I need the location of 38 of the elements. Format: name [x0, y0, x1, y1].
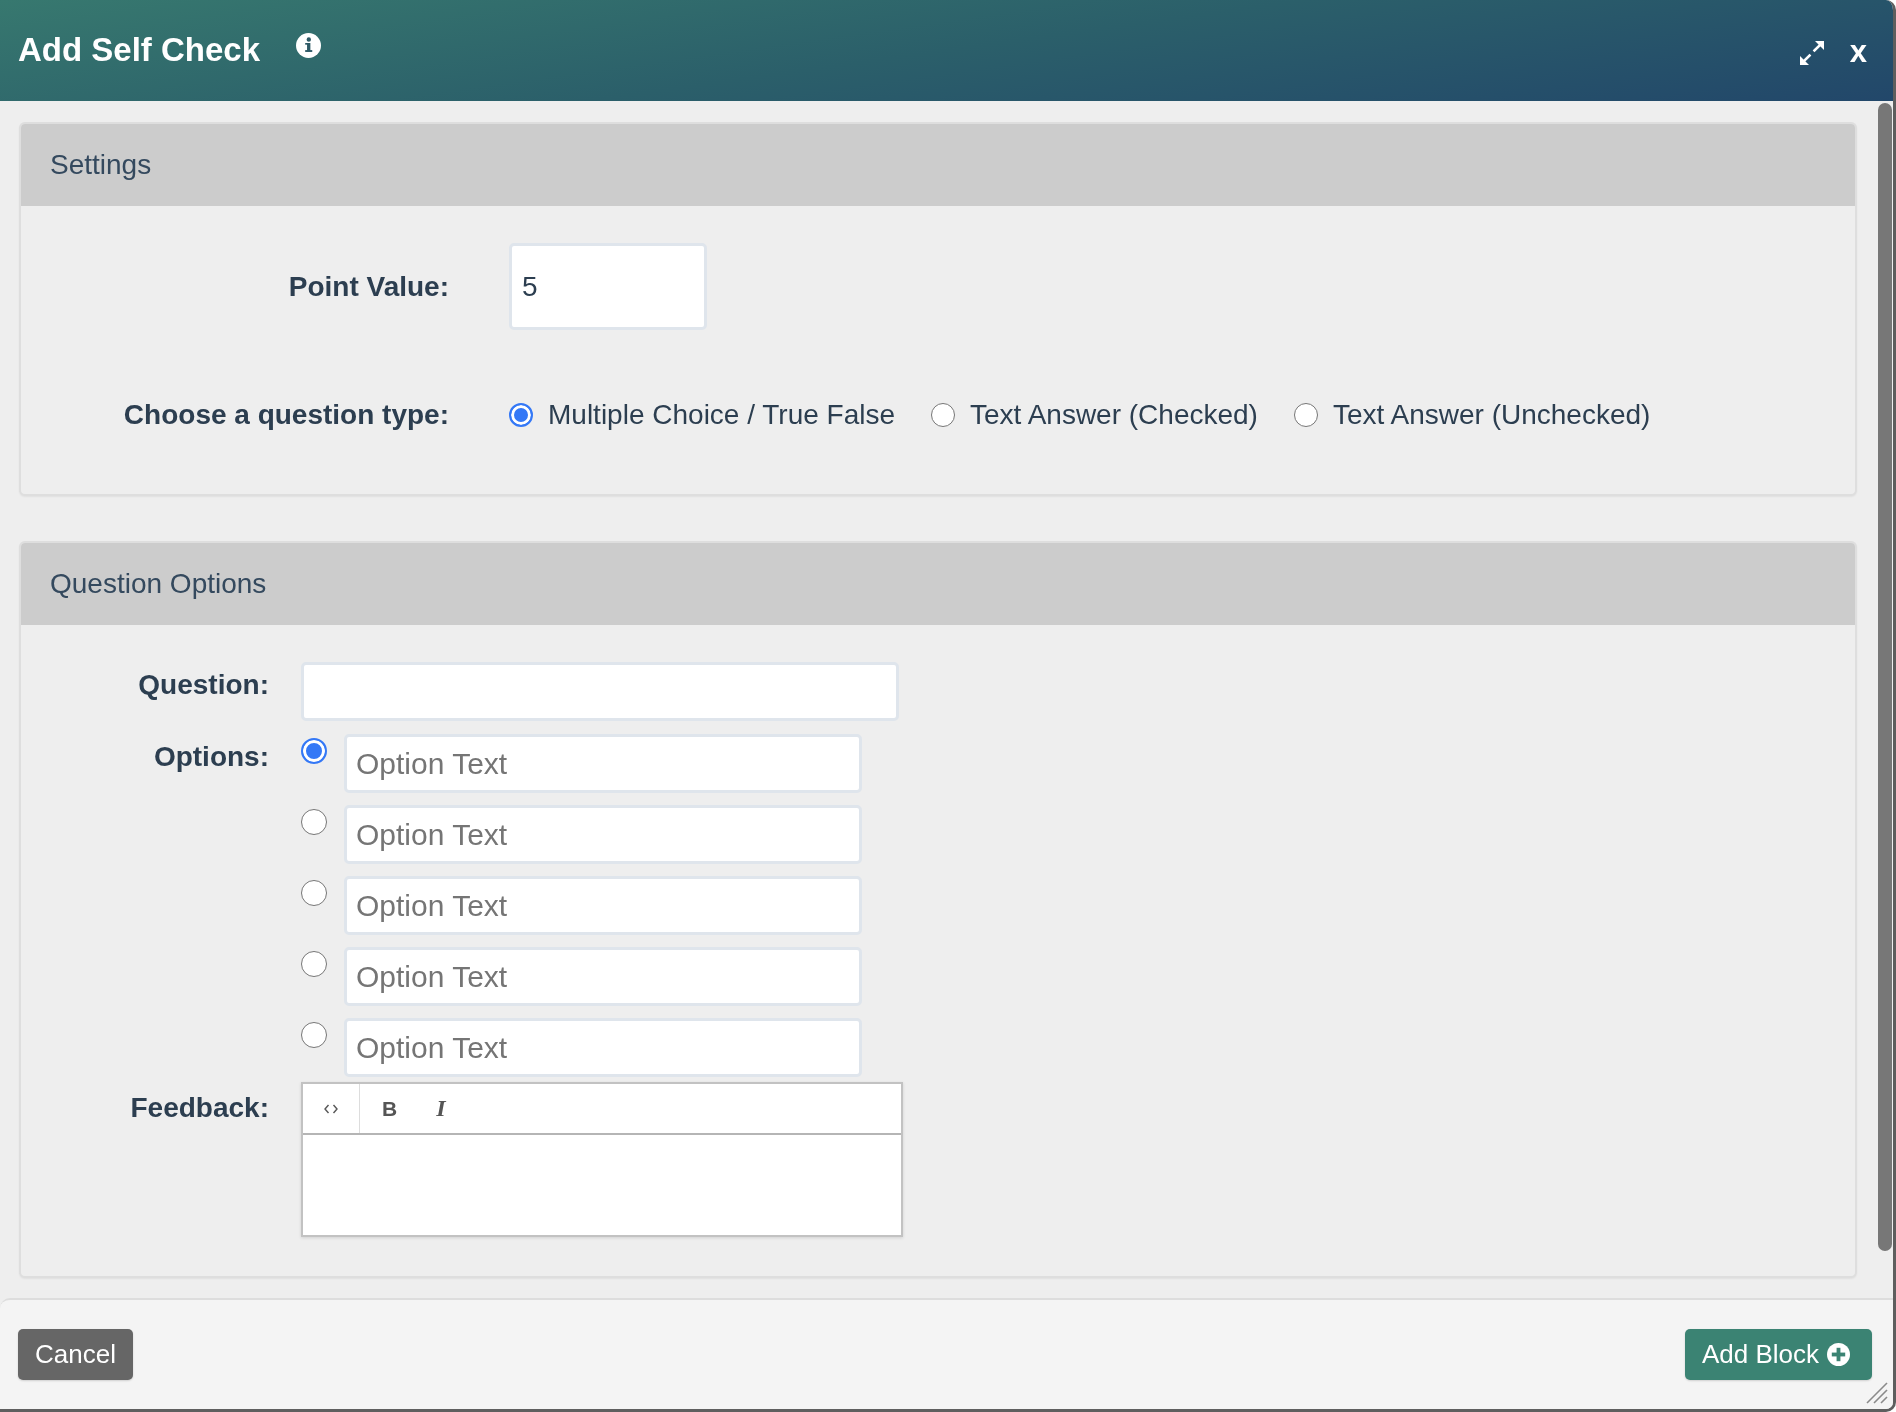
code-icon: [324, 1103, 338, 1114]
feedback-editor[interactable]: B I: [301, 1082, 903, 1237]
italic-button[interactable]: I: [436, 1084, 446, 1133]
radio-button[interactable]: [931, 403, 956, 427]
option-input[interactable]: Option Text: [344, 876, 862, 935]
radio-button[interactable]: [301, 1022, 327, 1048]
panel-title: Question Options: [50, 568, 267, 600]
dialog-title: Add Self Check: [18, 29, 261, 70]
close-button[interactable]: x: [1849, 36, 1867, 67]
radio-button[interactable]: [301, 738, 327, 764]
field-label: Question:: [138, 669, 269, 701]
radio-button[interactable]: [301, 809, 327, 835]
radio-label[interactable]: Text Answer (Checked): [970, 399, 1258, 431]
radio-label[interactable]: Text Answer (Unchecked): [1332, 399, 1651, 431]
cancel-button[interactable]: Cancel: [18, 1329, 133, 1380]
bold-button[interactable]: B: [382, 1084, 398, 1133]
field-label: Feedback:: [130, 1092, 269, 1124]
radio-button[interactable]: [301, 951, 327, 977]
panel-title: Settings: [50, 149, 152, 181]
option-input[interactable]: Option Text: [344, 805, 862, 864]
add-block-button[interactable]: Add Block: [1684, 1329, 1872, 1380]
field-label: Options:: [153, 741, 269, 773]
resize-grip-icon[interactable]: [1866, 1382, 1888, 1404]
option-input[interactable]: Option Text: [344, 734, 862, 793]
option-input[interactable]: Option Text: [344, 1018, 862, 1077]
radio-button[interactable]: [1293, 403, 1318, 427]
expand-icon[interactable]: [1799, 40, 1824, 65]
question-input[interactable]: [301, 662, 899, 721]
plus-circle-icon: [1827, 1343, 1850, 1366]
point-value-input[interactable]: 5: [509, 243, 707, 330]
radio-button[interactable]: [301, 880, 327, 906]
scrollbar-thumb[interactable]: [1878, 103, 1892, 1251]
option-input[interactable]: Option Text: [344, 947, 862, 1006]
radio-button[interactable]: [509, 403, 533, 427]
field-label: Choose a question type:: [123, 399, 449, 431]
radio-label[interactable]: Multiple Choice / True False: [548, 399, 896, 431]
info-icon[interactable]: [296, 33, 322, 58]
field-label: Point Value:: [288, 270, 449, 303]
